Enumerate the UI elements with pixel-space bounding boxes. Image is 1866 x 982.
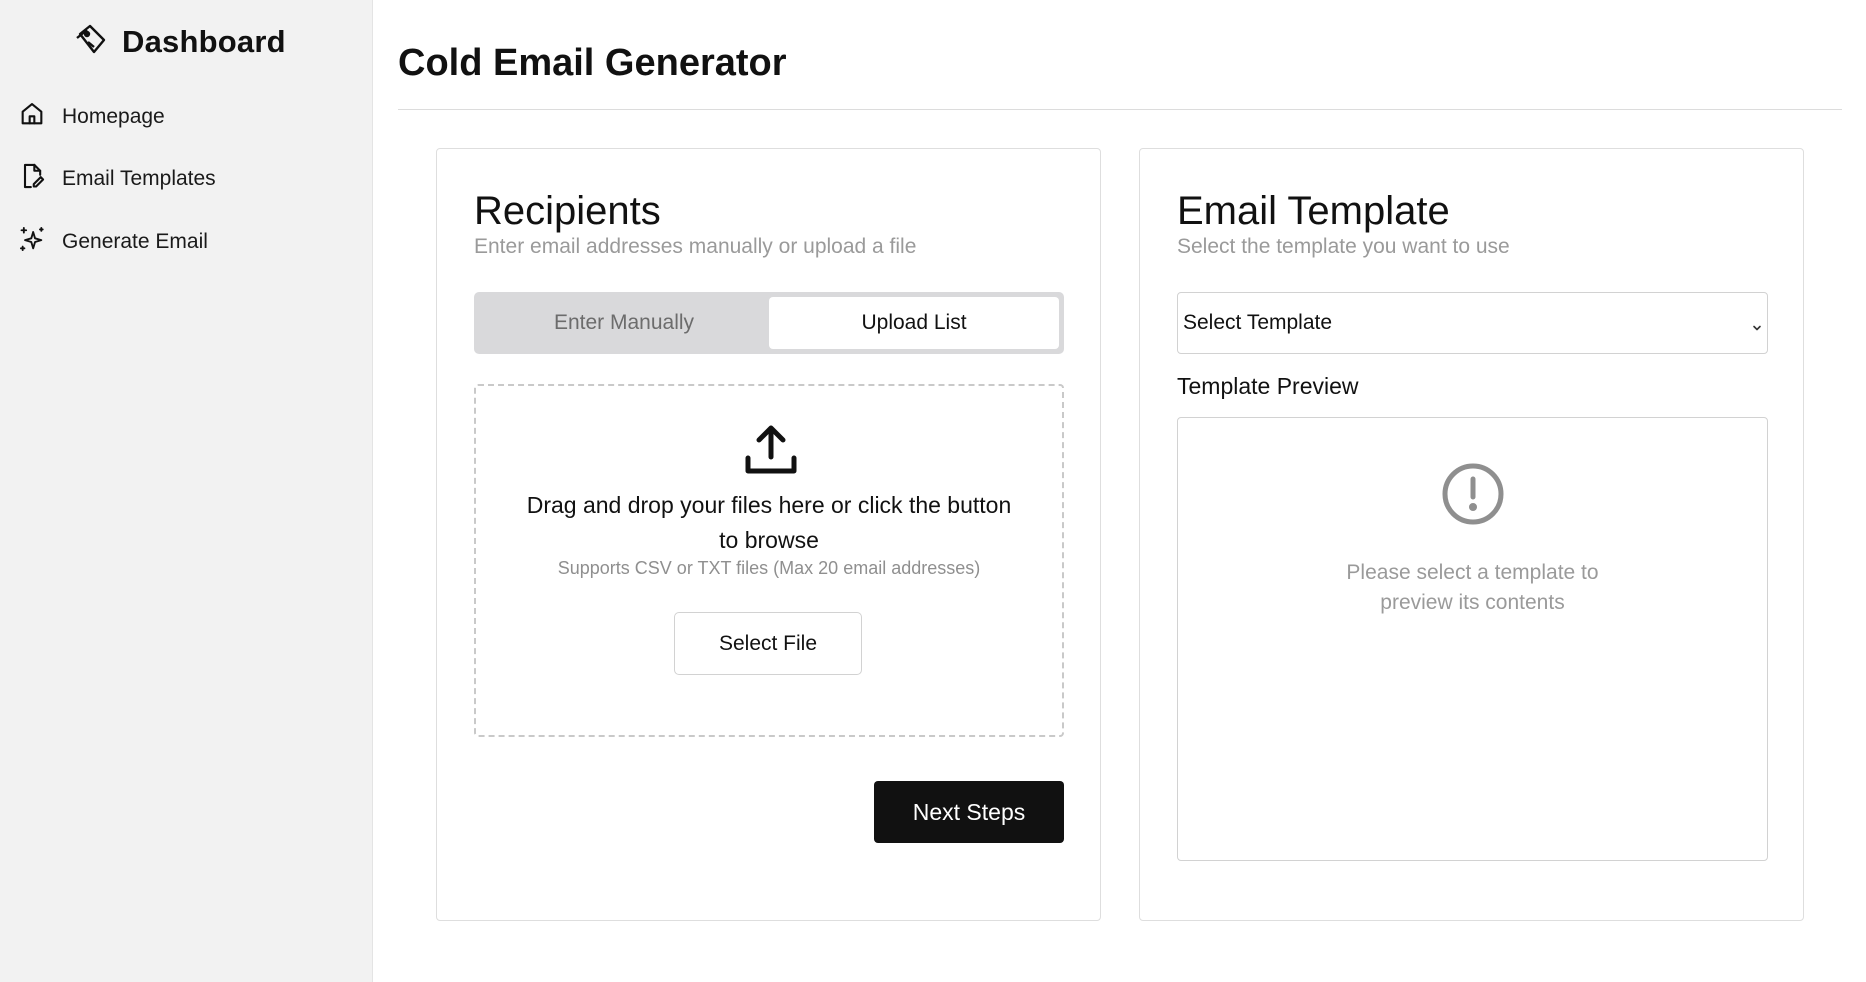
sidebar-item-homepage[interactable]: Homepage [18, 100, 165, 134]
page-title: Cold Email Generator [398, 42, 787, 84]
email-template-card: Email Template Select the template you w… [1139, 148, 1804, 921]
template-preview-box: Please select a template to preview its … [1177, 417, 1768, 861]
tab-enter-manually[interactable]: Enter Manually [479, 297, 769, 349]
sidebar-item-label: Generate Email [62, 230, 208, 253]
dropzone-file-hint: Supports CSV or TXT files (Max 20 email … [557, 558, 981, 578]
file-edit-icon [18, 162, 46, 196]
upload-icon [744, 424, 798, 476]
brand-title: Dashboard [122, 24, 286, 59]
template-select[interactable]: Select Template [1177, 292, 1768, 354]
brand[interactable]: Dashboard [74, 22, 286, 62]
recipient-mode-toggle: Enter Manually Upload List [474, 292, 1064, 354]
sidebar: Dashboard Homepage Email Templates Gener… [0, 0, 373, 982]
sidebar-item-label: Email Templates [62, 167, 216, 190]
sparkles-icon [18, 225, 46, 259]
sidebar-item-email-templates[interactable]: Email Templates [18, 162, 216, 196]
chevron-down-icon [1751, 316, 1763, 331]
select-file-button[interactable]: Select File [674, 612, 862, 675]
recipients-card: Recipients Enter email addresses manuall… [436, 148, 1101, 921]
tab-upload-list[interactable]: Upload List [769, 297, 1059, 349]
template-preview-empty-text: Please select a template to preview its … [1346, 561, 1599, 614]
recipients-subtitle: Enter email addresses manually or upload… [474, 235, 917, 258]
next-steps-button[interactable]: Next Steps [874, 781, 1064, 843]
sidebar-item-label: Homepage [62, 105, 165, 128]
main-content: Cold Email Generator Recipients Enter em… [373, 0, 1866, 982]
sidebar-item-generate-email[interactable]: Generate Email [18, 225, 208, 259]
template-select-value: Select Template [1183, 311, 1333, 334]
file-dropzone[interactable]: Drag and drop your files here or click t… [474, 384, 1064, 737]
email-template-title: Email Template [1177, 189, 1450, 233]
home-icon [18, 100, 46, 134]
template-preview-label: Template Preview [1177, 373, 1359, 399]
dropzone-instructions: Drag and drop your files here or click t… [526, 492, 1012, 553]
title-divider [398, 109, 1842, 110]
recipients-title: Recipients [474, 189, 661, 233]
email-template-subtitle: Select the template you want to use [1177, 235, 1510, 258]
tag-logo-icon [74, 22, 110, 63]
alert-circle-icon [1441, 462, 1505, 526]
